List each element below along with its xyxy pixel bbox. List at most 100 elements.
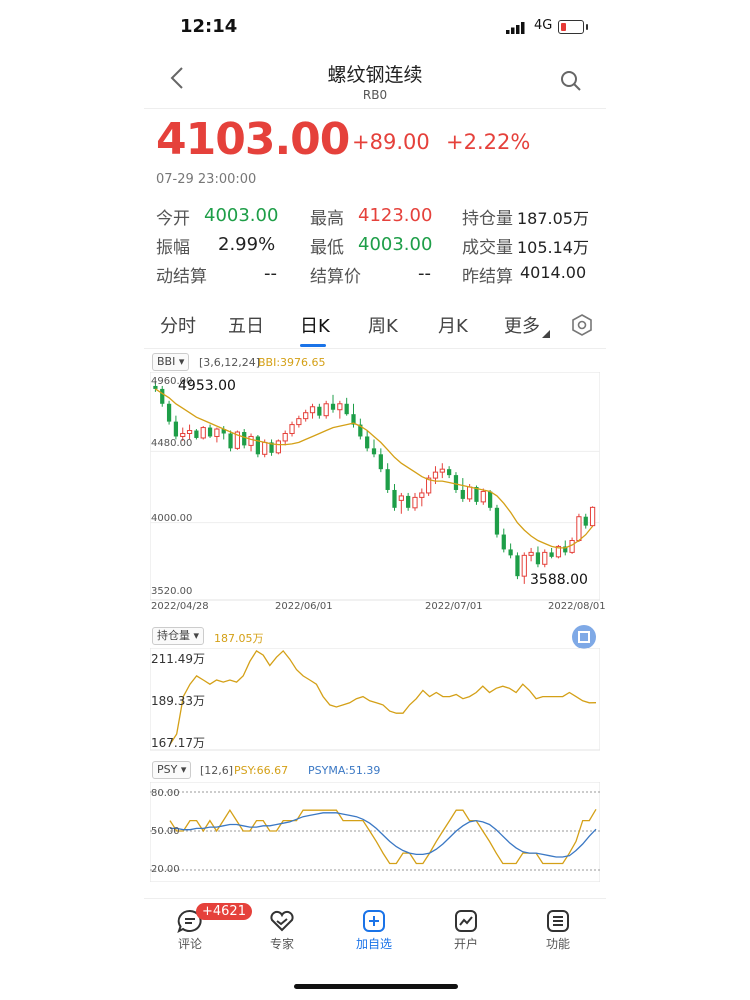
period-tabs: 分时 五日 日K 周K 月K 更多 <box>144 300 606 349</box>
search-icon <box>561 71 581 91</box>
kline-xtick: 2022/04/28 <box>151 601 209 612</box>
candle-body <box>275 440 281 454</box>
tab-more[interactable]: 更多 <box>504 312 540 338</box>
candle-body <box>535 552 541 565</box>
candle-body <box>480 490 486 503</box>
nav-add-watchlist[interactable]: 加自选 <box>328 899 420 959</box>
kline-high-label: 4953.00 <box>178 378 236 394</box>
price-change-pct: +2.22% <box>446 130 531 154</box>
candle-body <box>317 406 322 416</box>
menu-icon <box>547 910 569 932</box>
home-indicator <box>294 984 458 989</box>
stat-volume: 成交量 <box>462 238 513 258</box>
price-change: +89.00 <box>352 130 430 154</box>
bbi-params: [3,6,12,24] <box>199 356 261 369</box>
stat-low-value: 4003.00 <box>358 234 433 255</box>
candle-body <box>576 516 582 542</box>
candle-body <box>453 475 459 490</box>
candle-body <box>467 486 473 500</box>
candle-body <box>398 495 404 501</box>
kline-low-label: 3588.00 <box>530 572 588 588</box>
kline-ytick: 4480.00 <box>151 438 193 449</box>
psy-chart[interactable] <box>150 782 600 882</box>
candle-body <box>460 489 465 499</box>
indicator-selector-oi[interactable]: 持仓量 ▾ <box>152 627 205 645</box>
kline-frame <box>150 372 600 601</box>
nav-label: 评论 <box>177 937 202 951</box>
candle-body <box>282 433 288 442</box>
kline-ytick: 4000.00 <box>151 513 193 524</box>
candle-body <box>166 403 172 422</box>
stat-settle-value: -- <box>418 263 431 284</box>
candle-body <box>549 552 554 557</box>
candle-body <box>447 469 452 476</box>
nav-header: 螺纹钢连续 RB0 <box>144 56 606 109</box>
stat-high: 最高 <box>310 209 344 229</box>
kline-xtick: 2022/07/01 <box>425 601 483 612</box>
tab-weekly-k[interactable]: 周K <box>368 312 398 338</box>
expand-button[interactable] <box>572 625 596 649</box>
psyma-value: PSYMA:51.39 <box>308 764 381 777</box>
status-bar: 12:14 4G <box>144 0 606 56</box>
candle-body <box>180 433 186 437</box>
oi-line <box>169 649 597 745</box>
psy-frame <box>150 782 600 882</box>
candle-body <box>583 516 588 526</box>
candle-body <box>412 496 418 509</box>
psy-line <box>169 808 597 865</box>
candle-body <box>385 469 390 490</box>
candle-body <box>542 551 548 565</box>
tab-intraday[interactable]: 分时 <box>160 312 196 338</box>
quote-timestamp: 07-29 23:00:00 <box>156 172 257 187</box>
kline-xtick: 2022/08/01 <box>548 601 606 612</box>
psy-params: [12,6] <box>200 764 234 777</box>
tab-five-day[interactable]: 五日 <box>228 312 264 338</box>
stat-prev-settle: 昨结算 <box>462 267 513 287</box>
candle-body <box>228 433 233 449</box>
nav-functions[interactable]: 功能 <box>512 899 604 959</box>
dropdown-corner-icon <box>542 330 550 338</box>
search-button[interactable] <box>560 70 582 96</box>
candle-body <box>528 551 534 556</box>
active-tab-indicator <box>300 344 326 347</box>
open-interest-chart[interactable] <box>150 648 600 752</box>
indicator-selector-bbi[interactable]: BBI ▾ <box>152 353 190 371</box>
tab-monthly-k[interactable]: 月K <box>438 312 468 338</box>
oi-frame <box>150 648 600 751</box>
nav-comment[interactable]: 评论 +4621 <box>144 899 252 959</box>
stat-open-interest: 持仓量 <box>462 209 513 229</box>
candle-body <box>419 492 425 498</box>
candle-body <box>323 403 329 417</box>
tab-daily-k[interactable]: 日K <box>300 312 330 338</box>
settings-icon[interactable] <box>571 314 593 336</box>
stat-open-interest-value: 187.05万 <box>517 209 589 228</box>
candle-body <box>207 427 213 437</box>
bottom-nav: 评论 +4621 专家 加自选 开户 功能 <box>144 898 606 959</box>
psy-ytick: 80.00 <box>151 788 180 799</box>
candle-body <box>392 489 397 508</box>
oi-ytick: 189.33万 <box>151 694 205 708</box>
oi-ytick: 167.17万 <box>151 736 205 750</box>
nav-open-account[interactable]: 开户 <box>420 899 512 959</box>
candle-body <box>289 424 295 434</box>
candle-body <box>309 406 316 414</box>
last-price: 4103.00 <box>156 114 350 165</box>
candle-body <box>337 403 343 411</box>
candle-body <box>365 436 370 449</box>
nav-label: 开户 <box>453 937 478 951</box>
candle-body <box>378 454 383 470</box>
candle-body <box>214 428 220 437</box>
nav-label: 专家 <box>269 937 294 951</box>
candle-body <box>160 388 165 404</box>
candle-body <box>255 436 260 455</box>
expand-icon <box>578 631 590 643</box>
stat-prev-settle-value: 4014.00 <box>520 263 587 282</box>
indicator-selector-psy[interactable]: PSY ▾ <box>152 761 192 779</box>
candle-body <box>501 534 506 550</box>
candle-body <box>296 418 302 426</box>
nav-expert[interactable]: 专家 <box>236 899 328 959</box>
candle-body <box>262 441 268 455</box>
psy-ytick: 20.00 <box>151 864 180 875</box>
candle-body <box>439 468 445 473</box>
candle-body <box>569 540 575 553</box>
